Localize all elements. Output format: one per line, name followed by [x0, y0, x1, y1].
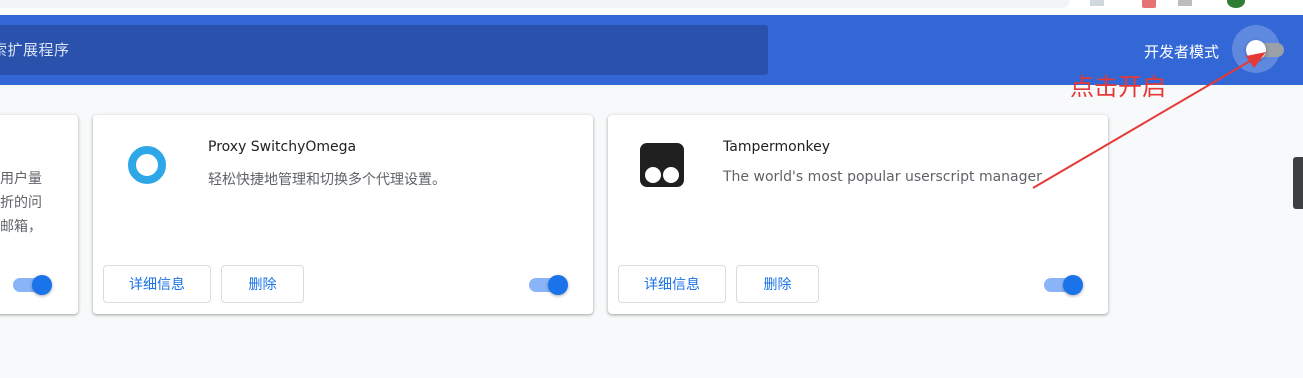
annotation-arrow [1032, 52, 1266, 189]
side-panel-edge [1293, 157, 1303, 209]
